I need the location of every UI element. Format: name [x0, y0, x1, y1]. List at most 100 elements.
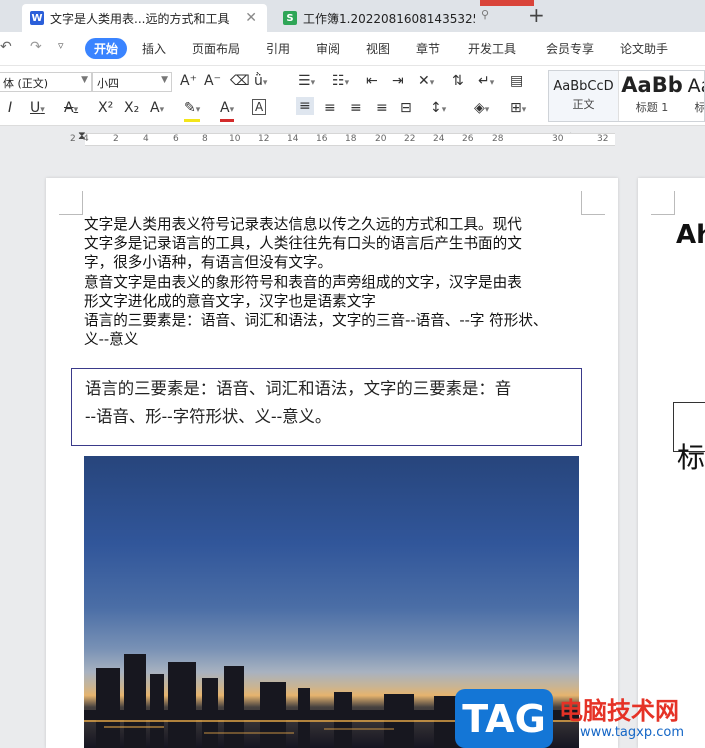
line-spacing-icon[interactable]: ↕▾: [430, 99, 446, 119]
text-line: 文字多是记录语言的工具，人类往往先有口头的语言后产生书面的文: [84, 235, 522, 253]
spreadsheet-doc-icon: S: [283, 11, 297, 25]
tab-developer[interactable]: 开发工具: [468, 40, 516, 57]
ruler-mark: 20: [375, 134, 387, 144]
bullet-list-icon[interactable]: ☰▾: [298, 72, 315, 92]
style-name: 正文: [572, 98, 595, 111]
font-name-value: 体 (正文): [3, 77, 49, 90]
font-color-icon[interactable]: A▾: [220, 99, 235, 122]
ruler-mark: 16: [316, 134, 328, 144]
tab-chapter[interactable]: 章节: [416, 40, 440, 57]
show-marks-icon[interactable]: ↵▾: [478, 72, 494, 92]
highlight-icon[interactable]: ✎▾: [184, 99, 201, 122]
building-shape: [224, 666, 244, 748]
style-name: 标: [694, 101, 705, 114]
superscript-icon[interactable]: X²: [98, 99, 113, 117]
water-reflection: [204, 732, 294, 734]
watermark-url: www.tagxp.com: [580, 725, 684, 740]
sort-icon[interactable]: ⇅: [452, 72, 464, 90]
writer-doc-icon: W: [30, 11, 44, 25]
pin-tab-indicator: [480, 0, 534, 6]
water-reflection: [104, 726, 164, 728]
watermark-logo: TAG: [455, 689, 553, 748]
style-sample: AaBb: [621, 73, 683, 97]
borders-icon[interactable]: ⊞▾: [510, 99, 526, 119]
text-line: 意音文字是由表义的象形符号和表音的声旁组成的文字，汉字是由表: [84, 273, 522, 291]
distributed-align-icon[interactable]: ⊟: [400, 99, 412, 117]
close-tab-icon[interactable]: ✕: [245, 10, 257, 26]
undo-icon[interactable]: ↶: [0, 39, 12, 55]
align-right-icon[interactable]: ≡: [350, 99, 362, 117]
subscript-icon[interactable]: X₂: [124, 99, 139, 117]
document-page[interactable]: 文字是人类用表义符号记录表达信息以传之久远的方式和工具。现代 文字多是记录语言的…: [46, 178, 618, 748]
new-tab-button[interactable]: +: [528, 3, 545, 27]
tab-view[interactable]: 视图: [366, 40, 390, 57]
chevron-down-icon: ▼: [81, 75, 88, 85]
tab-writer-document[interactable]: W 文字是人类用表...远的方式和工具 ✕: [22, 4, 267, 32]
ruler-mark: 18: [345, 134, 357, 144]
pin-icon[interactable]: ⚲: [481, 8, 489, 21]
chinese-layout-icon[interactable]: ✕▾: [418, 72, 434, 92]
underline-icon[interactable]: U▾: [30, 99, 45, 119]
align-center-icon[interactable]: ≡: [324, 99, 336, 117]
text-box-content: 语言的三要素是：语音、词汇和语法，文字的三要素是：音 --语音、形--字符形状、…: [85, 375, 580, 431]
ruler-toggle-icon[interactable]: ▤: [510, 72, 523, 90]
tab-member[interactable]: 会员专享: [546, 40, 594, 57]
text-effect-icon[interactable]: A▾: [150, 99, 164, 119]
decrease-font-icon[interactable]: A⁻: [204, 72, 221, 90]
tab-title: 工作簿1.20220816081435325: [303, 11, 475, 26]
redo-icon[interactable]: ↷: [30, 39, 42, 55]
building-shape: [96, 668, 120, 748]
style-heading-2[interactable]: Aa 标: [685, 71, 705, 121]
character-border-icon[interactable]: A: [252, 99, 267, 115]
ruler-mark: 32: [597, 134, 609, 144]
phonetic-guide-icon[interactable]: ǜ▾: [254, 72, 267, 92]
clear-format-icon[interactable]: ⌫: [230, 72, 250, 90]
tab-title: 文字是人类用表...远的方式和工具: [50, 11, 230, 26]
font-size-select[interactable]: 小四 ▼: [92, 72, 172, 92]
chevron-down-icon: ▼: [161, 75, 168, 85]
bordered-text-box[interactable]: 语言的三要素是：语音、词汇和语法，文字的三要素是：音 --语音、形--字符形状、…: [71, 368, 582, 446]
tab-review[interactable]: 审阅: [316, 40, 340, 57]
ruler-mark: 10: [229, 134, 241, 144]
tab-insert[interactable]: 插入: [142, 40, 166, 57]
body-text[interactable]: 文字是人类用表义符号记录表达信息以传之久远的方式和工具。现代 文字多是记录语言的…: [84, 215, 584, 349]
ruler-mark: 4: [83, 134, 89, 144]
building-shape: [434, 696, 456, 748]
strikethrough-icon[interactable]: A▾: [64, 99, 78, 119]
quick-access-dropdown-icon[interactable]: ▿: [58, 39, 64, 52]
ruler-mark: 30: [552, 134, 564, 144]
numbered-list-icon[interactable]: ☷▾: [332, 72, 349, 92]
ruler-mark: 22: [404, 134, 416, 144]
ruler-mark: 26: [462, 134, 474, 144]
text-line: 义--意义: [84, 331, 139, 349]
ribbon-tab-bar: ↶ ↷ ▿ 开始 插入 页面布局 引用 审阅 视图 章节 开发工具 会员专享 论…: [0, 32, 705, 66]
style-sample: AaBbCcD: [553, 79, 614, 94]
italic-icon[interactable]: I: [8, 99, 12, 117]
ruler-strip: 2 4 2 4 6 8 10 12 14 16 18 20 22 24 26 2…: [70, 133, 615, 146]
style-heading-1[interactable]: AaBb 标题 1: [621, 71, 683, 121]
margin-corner-mark: [581, 191, 605, 215]
style-sample: Aa: [687, 75, 704, 97]
text-line: 文字是人类用表义符号记录表达信息以传之久远的方式和工具。现代: [84, 216, 522, 233]
margin-corner-mark: [59, 191, 83, 215]
text-line: 语言的三要素是：语音、词汇和语法，文字的三音--语音、--字 符形状、: [84, 312, 548, 330]
document-page-2[interactable]: Ah 标: [638, 178, 705, 748]
align-left-icon[interactable]: ≡: [296, 97, 314, 115]
style-name: 标题 1: [635, 101, 669, 114]
tab-paper-assistant[interactable]: 论文助手: [620, 40, 668, 57]
horizontal-ruler[interactable]: ⧗ △ 2 4 2 4 6 8 10 12 14 16 18 20 22 24 …: [0, 127, 705, 151]
site-watermark: TAG 电脑技术网 www.tagxp.com: [455, 689, 705, 748]
tab-references[interactable]: 引用: [266, 40, 290, 57]
tab-home[interactable]: 开始: [85, 38, 128, 59]
decrease-indent-icon[interactable]: ⇤: [366, 72, 378, 90]
style-normal[interactable]: AaBbCcD 正文: [549, 71, 619, 121]
tab-spreadsheet-workbook[interactable]: S 工作簿1.20220816081435325: [275, 4, 475, 32]
font-name-select[interactable]: 体 (正文) ▼: [0, 72, 92, 92]
increase-font-icon[interactable]: A⁺: [180, 72, 197, 90]
page2-label-text: 标: [677, 441, 705, 474]
tab-page-layout[interactable]: 页面布局: [192, 40, 240, 57]
shading-icon[interactable]: ◈▾: [474, 99, 489, 119]
justify-icon[interactable]: ≡: [376, 99, 388, 117]
ruler-mark: 6: [173, 134, 179, 144]
increase-indent-icon[interactable]: ⇥: [392, 72, 404, 90]
